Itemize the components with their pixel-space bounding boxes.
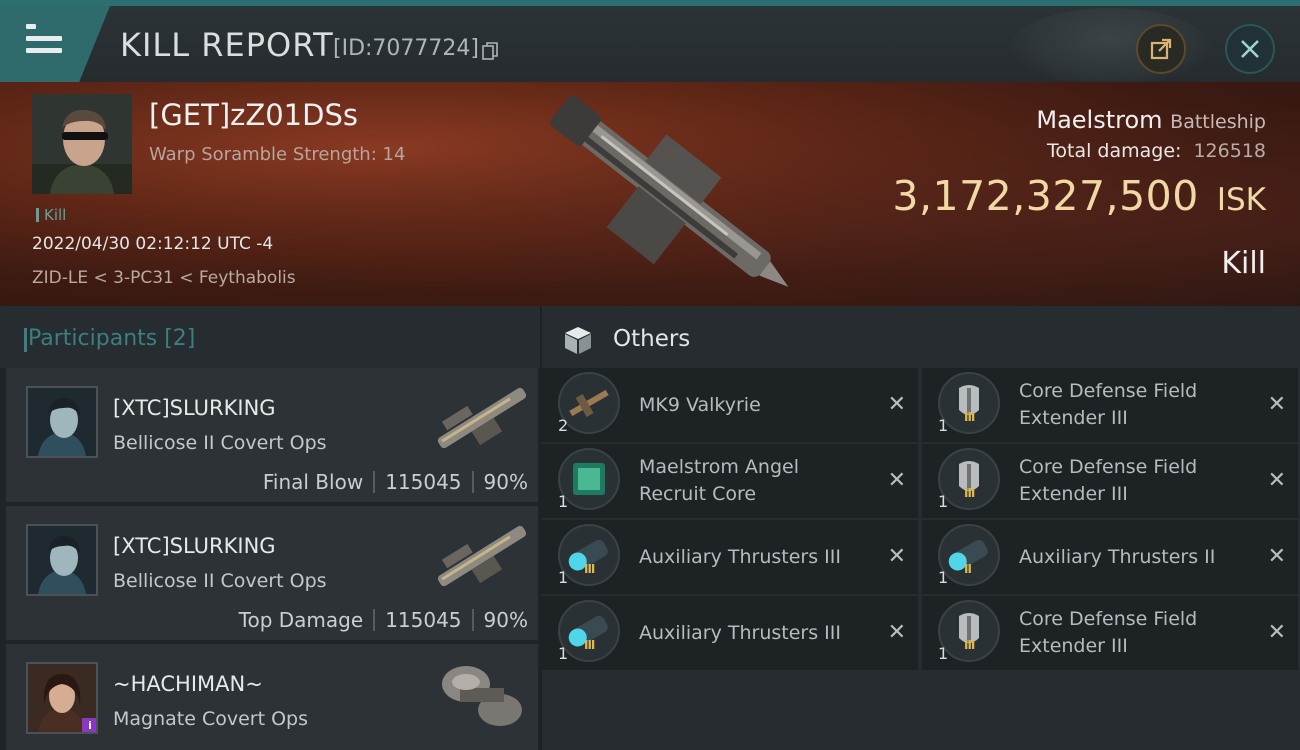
share-icon [1150,38,1172,60]
item-quantity: 1 [938,492,949,511]
tier-badge: III [964,410,975,424]
kill-timestamp: 2022/04/30 02:12:12 UTC -4 [32,234,274,254]
kill-location: ZID-LE < 3-PC31 < Feythabolis [32,268,296,288]
remove-icon[interactable]: ✕ [888,620,906,645]
victim-name: [GET]zZ01DSs [149,98,358,132]
loot-item[interactable]: III 1 Auxiliary Thrusters III ✕ [542,596,918,670]
participant-portrait[interactable] [26,524,98,596]
ship-class: Battleship [1170,111,1266,133]
warp-scramble-strength: Warp Soramble Strength: 14 [149,144,406,165]
cargo-box-icon [565,327,591,354]
page-title: KILL REPORT [120,26,334,64]
isk-amount: 3,172,327,500 [892,172,1199,220]
others-title: Others [613,326,691,352]
share-button[interactable] [1136,24,1186,74]
loot-item[interactable]: III 1 Core Defense Field Extender III ✕ [922,444,1298,518]
participant-name: ~HACHIMAN~ [113,672,263,696]
participant-portrait[interactable] [26,386,98,458]
victim-ship: Maelstrom Battleship [1036,106,1266,134]
others-header: Others [542,306,1300,368]
close-button[interactable] [1225,24,1275,74]
item-quantity: 1 [938,416,949,435]
remove-icon[interactable]: ✕ [1268,544,1286,569]
ship-name: Maelstrom [1036,106,1163,134]
item-name: Auxiliary Thrusters II [1019,545,1216,568]
isk-unit: ISK [1216,182,1266,218]
kill-result: Kill [1221,246,1266,281]
participant-ship: Bellicose II Covert Ops [113,570,327,592]
loot-item[interactable]: III 1 Core Defense Field Extender III ✕ [922,596,1298,670]
participants-panel: Participants [2] [XTC]SLURKING Bellicose… [0,306,540,750]
total-damage-label: Total damage: [1047,140,1182,162]
participants-header: Participants [2] [0,306,540,368]
loot-item[interactable]: II 1 Auxiliary Thrusters II ✕ [922,520,1298,594]
loot-item[interactable]: 2 MK9 Valkyrie ✕ [542,368,918,442]
others-panel: Others 2 MK9 Valkyrie ✕ 1 Maelstrom Ange… [542,306,1300,750]
participant-row[interactable]: i ~HACHIMAN~ Magnate Covert Ops [6,644,538,750]
victim-avatar[interactable] [32,94,132,194]
tier-badge: III [584,562,595,576]
participant-stats: Final Blow 115045 90% [263,470,528,494]
close-icon [1241,40,1259,58]
participant-name: [XTC]SLURKING [113,396,276,420]
item-name: Auxiliary Thrusters III [639,621,841,644]
item-quantity: 1 [558,568,569,587]
menu-tab[interactable] [0,6,110,82]
copy-icon[interactable] [482,42,498,60]
info-badge: i [82,718,96,732]
participant-damage: 115045 [385,608,462,632]
item-quantity: 1 [558,492,569,511]
participant-ship-image [437,525,527,587]
remove-icon[interactable]: ✕ [1268,468,1286,493]
participants-title: Participants [2] [23,326,196,352]
remove-icon[interactable]: ✕ [888,392,906,417]
tier-badge: III [964,486,975,500]
participant-portrait[interactable]: i [26,662,98,734]
participant-role: Final Blow [262,470,364,494]
victim-banner: [GET]zZ01DSs Warp Soramble Strength: 14 … [0,82,1300,306]
participant-percent: 90% [483,470,528,494]
participant-row[interactable]: [XTC]SLURKING Bellicose II Covert Ops To… [6,506,538,640]
item-quantity: 1 [938,568,949,587]
item-name: Auxiliary Thrusters III [639,545,841,568]
item-name: Core Defense Field Extender III [1019,456,1198,505]
remove-icon[interactable]: ✕ [1268,620,1286,645]
participant-name: [XTC]SLURKING [113,534,276,558]
loot-item[interactable]: III 1 Core Defense Field Extender III ✕ [922,368,1298,442]
remove-icon[interactable]: ✕ [1268,392,1286,417]
loot-item[interactable]: 1 Maelstrom Angel Recruit Core ✕ [542,444,918,518]
item-quantity: 2 [558,416,569,435]
item-name: MK9 Valkyrie [639,393,761,416]
remove-icon[interactable]: ✕ [888,544,906,569]
tier-badge: II [964,562,972,576]
remove-icon[interactable]: ✕ [888,468,906,493]
item-name: Core Defense Field Extender III [1019,380,1198,429]
participant-ship: Bellicose II Covert Ops [113,432,327,454]
item-name: Maelstrom Angel Recruit Core [639,456,799,505]
loot-item[interactable]: III 1 Auxiliary Thrusters III ✕ [542,520,918,594]
participant-ship: Magnate Covert Ops [113,708,309,730]
item-quantity: 1 [558,644,569,663]
participant-stats: Top Damage 115045 90% [239,608,528,632]
item-name: Core Defense Field Extender III [1019,608,1198,657]
participant-ship-image [437,387,527,449]
kill-tag: Kill [36,206,66,224]
item-quantity: 1 [938,644,949,663]
total-damage: Total damage: 126518 [1047,140,1266,162]
total-damage-value: 126518 [1193,140,1266,162]
participant-ship-image [442,666,522,726]
tier-badge: III [964,638,975,652]
report-id: [ID:7077724] [333,36,479,61]
participant-damage: 115045 [385,470,462,494]
participant-role: Top Damage [238,608,364,632]
participant-percent: 90% [483,608,528,632]
isk-value: 3,172,327,500 ISK [892,172,1266,220]
top-bar: KILL REPORT [ID:7077724] [0,0,1300,86]
tier-badge: III [584,638,595,652]
menu-icon[interactable] [26,24,62,54]
participant-row[interactable]: [XTC]SLURKING Bellicose II Covert Ops Fi… [6,368,538,502]
victim-ship-image [549,94,789,287]
